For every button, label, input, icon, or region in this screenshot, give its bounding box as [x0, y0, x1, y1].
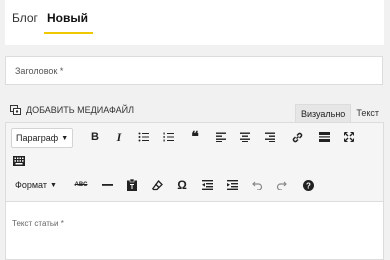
caret-down-icon: ▼ [49, 181, 57, 189]
redo-icon[interactable] [272, 176, 290, 194]
tab-new[interactable]: Новый [47, 11, 88, 25]
link-icon[interactable] [288, 128, 306, 146]
read-more-icon[interactable] [315, 128, 333, 146]
toolbar-toggle-icon[interactable] [10, 152, 28, 170]
title-placeholder: Заголовок * [15, 66, 64, 76]
paragraph-label: Параграф [16, 133, 59, 143]
help-icon[interactable]: ? [299, 176, 317, 194]
italic-icon[interactable]: I [110, 128, 128, 146]
editor-toolbar: Параграф ▼ B I ❝ Формат ▼ ABC Ω ? [6, 123, 383, 202]
tabs-panel: Блог Новый [5, 0, 384, 45]
align-right-icon[interactable] [261, 128, 279, 146]
strikethrough-icon[interactable]: ABC [71, 176, 91, 194]
align-center-icon[interactable] [236, 128, 254, 146]
paste-text-icon[interactable] [123, 176, 141, 194]
undo-icon[interactable] [248, 176, 266, 194]
editor-mode-tabs: Визуально Текст [294, 104, 384, 123]
numbered-list-icon[interactable] [159, 128, 177, 146]
article-body-placeholder[interactable]: Текст статьи * [12, 219, 64, 228]
horizontal-rule-icon[interactable] [98, 176, 116, 194]
format-label: Формат [15, 180, 47, 190]
bold-icon[interactable]: B [86, 128, 104, 146]
paragraph-dropdown[interactable]: Параграф ▼ [11, 128, 74, 148]
special-character-icon[interactable]: Ω [173, 176, 191, 194]
tab-text[interactable]: Текст [351, 104, 384, 123]
clear-formatting-icon[interactable] [148, 176, 166, 194]
align-left-icon[interactable] [212, 128, 230, 146]
caret-down-icon: ▼ [61, 134, 69, 142]
indent-icon[interactable] [223, 176, 241, 194]
format-dropdown[interactable]: Формат ▼ [11, 176, 61, 194]
blockquote-icon[interactable]: ❝ [186, 128, 204, 146]
svg-text:?: ? [306, 181, 311, 190]
active-tab-indicator [44, 32, 93, 34]
tab-blog[interactable]: Блог [12, 11, 38, 25]
title-input[interactable]: Заголовок * [5, 56, 383, 85]
bullet-list-icon[interactable] [134, 128, 152, 146]
outdent-icon[interactable] [198, 176, 216, 194]
fullscreen-icon[interactable] [340, 128, 358, 146]
add-media-label: ДОБАВИТЬ МЕДИАФАЙЛ [26, 105, 134, 115]
editor: Параграф ▼ B I ❝ Формат ▼ ABC Ω ? Текст … [5, 122, 384, 260]
media-icon [10, 105, 21, 115]
add-media-button[interactable]: ДОБАВИТЬ МЕДИАФАЙЛ [10, 105, 134, 115]
tab-visual[interactable]: Визуально [294, 104, 352, 123]
